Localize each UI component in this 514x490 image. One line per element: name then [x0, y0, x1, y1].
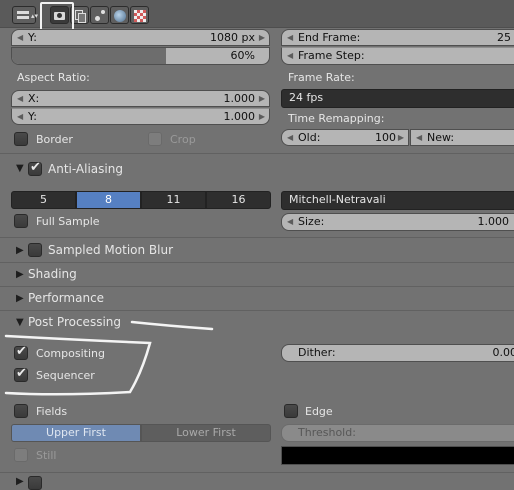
annotation-strokes — [4, 320, 214, 396]
